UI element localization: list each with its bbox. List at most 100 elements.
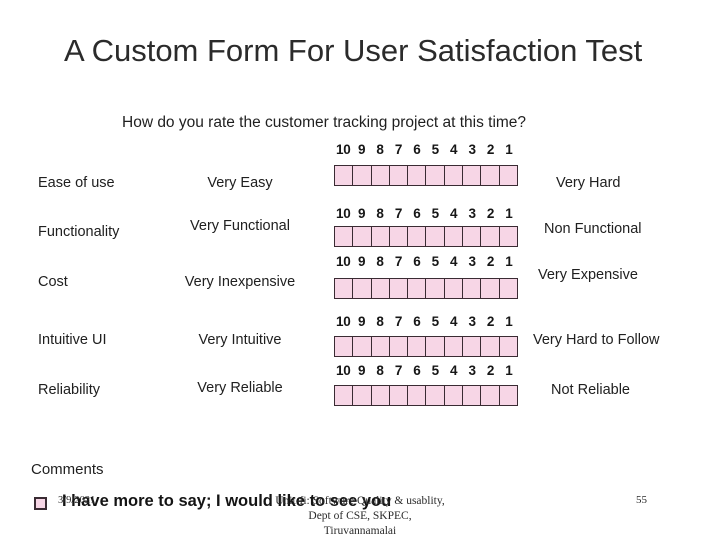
scale-cell[interactable] (463, 386, 482, 405)
scale-number: 6 (413, 254, 421, 269)
scale-number: 10 (335, 314, 351, 329)
scale-checkbox-strip[interactable] (334, 336, 518, 357)
scale-number: 1 (505, 363, 513, 378)
scale-cell[interactable] (335, 386, 354, 405)
scale-cell[interactable] (463, 227, 482, 246)
footer-line-3: Tiruvannamalai (323, 525, 397, 537)
scale-cell[interactable] (426, 386, 445, 405)
scale-number: 1 (505, 254, 513, 269)
scale-cell[interactable] (353, 337, 372, 356)
scale-cell[interactable] (408, 386, 427, 405)
footer-page-number: 55 (636, 494, 647, 506)
scale-number: 3 (468, 206, 476, 221)
scale-cell[interactable] (371, 227, 390, 246)
survey-question: How do you rate the customer tracking pr… (122, 114, 527, 131)
rating-scale[interactable]: 10 9 8 7 6 5 4 3 2 1 (334, 142, 518, 186)
scale-cell[interactable] (481, 279, 500, 298)
rating-scale[interactable]: 10 9 8 7 6 5 4 3 2 1 (334, 206, 518, 247)
scale-cell[interactable] (499, 386, 517, 405)
scale-cell[interactable] (499, 279, 517, 298)
scale-number: 9 (358, 206, 366, 221)
scale-checkbox-strip[interactable] (334, 165, 518, 186)
scale-number: 9 (358, 142, 366, 157)
row-low-label: Very Functional (190, 218, 290, 234)
scale-cell[interactable] (389, 166, 409, 185)
scale-cell[interactable] (463, 279, 482, 298)
scale-cell[interactable] (371, 386, 390, 405)
scale-number: 8 (376, 254, 384, 269)
scale-cell[interactable] (353, 386, 372, 405)
scale-cell[interactable] (444, 337, 464, 356)
scale-number: 9 (358, 314, 366, 329)
rating-scale[interactable]: 10 9 8 7 6 5 4 3 2 1 (334, 254, 518, 299)
scale-cell[interactable] (389, 279, 409, 298)
rating-scale[interactable]: 10 9 8 7 6 5 4 3 2 1 (334, 314, 518, 357)
scale-cell[interactable] (353, 227, 372, 246)
scale-cell[interactable] (444, 279, 464, 298)
scale-number: 6 (413, 314, 421, 329)
scale-number: 8 (376, 142, 384, 157)
row-criterion-label: Functionality (38, 224, 120, 240)
scale-cell[interactable] (389, 227, 409, 246)
scale-number-labels: 10 9 8 7 6 5 4 3 2 1 (334, 142, 518, 158)
scale-number-labels: 10 9 8 7 6 5 4 3 2 1 (334, 254, 518, 270)
scale-cell[interactable] (371, 279, 390, 298)
scale-cell[interactable] (463, 166, 482, 185)
scale-cell[interactable] (335, 337, 354, 356)
scale-number: 10 (335, 254, 351, 269)
scale-number: 9 (358, 254, 366, 269)
scale-cell[interactable] (463, 337, 482, 356)
row-criterion-label: Intuitive UI (38, 332, 107, 348)
scale-checkbox-strip[interactable] (334, 226, 518, 247)
scale-cell[interactable] (389, 337, 409, 356)
scale-cell[interactable] (426, 166, 445, 185)
scale-cell[interactable] (426, 227, 445, 246)
scale-number: 10 (335, 142, 351, 157)
scale-number: 3 (468, 254, 476, 269)
scale-cell[interactable] (353, 166, 372, 185)
scale-cell[interactable] (353, 279, 372, 298)
scale-number-labels: 10 9 8 7 6 5 4 3 2 1 (334, 314, 518, 330)
scale-number: 3 (468, 142, 476, 157)
scale-number: 1 (505, 142, 513, 157)
scale-number: 5 (431, 363, 440, 378)
scale-cell[interactable] (426, 337, 445, 356)
rating-scale[interactable]: 10 9 8 7 6 5 4 3 2 1 (334, 363, 518, 406)
comments-heading: Comments (31, 461, 104, 478)
footer-affiliation: Unit-fi: Software Quality & usablity, De… (0, 494, 720, 539)
scale-cell[interactable] (389, 386, 409, 405)
row-high-label: Very Hard to Follow (533, 332, 660, 348)
page-title: A Custom Form For User Satisfaction Test (64, 33, 643, 68)
scale-cell[interactable] (444, 166, 464, 185)
row-high-label: Non Functional (544, 221, 642, 237)
scale-cell[interactable] (444, 227, 464, 246)
rating-row: Reliability Very Reliable 10 9 8 7 6 5 4… (0, 363, 720, 430)
scale-cell[interactable] (426, 279, 445, 298)
rating-row: Cost Very Inexpensive 10 9 8 7 6 5 4 3 2… (0, 254, 720, 322)
scale-number: 7 (394, 206, 403, 221)
scale-cell[interactable] (481, 386, 500, 405)
scale-cell[interactable] (408, 227, 427, 246)
scale-number-labels: 10 9 8 7 6 5 4 3 2 1 (334, 206, 518, 222)
scale-cell[interactable] (371, 166, 390, 185)
scale-cell[interactable] (481, 166, 500, 185)
scale-cell[interactable] (335, 166, 354, 185)
scale-checkbox-strip[interactable] (334, 278, 518, 299)
scale-cell[interactable] (499, 227, 517, 246)
scale-number: 4 (450, 363, 458, 378)
scale-number-labels: 10 9 8 7 6 5 4 3 2 1 (334, 363, 518, 379)
scale-cell[interactable] (335, 279, 354, 298)
scale-cell[interactable] (444, 386, 464, 405)
scale-cell[interactable] (481, 337, 500, 356)
scale-cell[interactable] (408, 279, 427, 298)
scale-cell[interactable] (371, 337, 390, 356)
scale-cell[interactable] (481, 227, 500, 246)
scale-number: 8 (376, 314, 384, 329)
scale-checkbox-strip[interactable] (334, 385, 518, 406)
scale-number: 5 (431, 206, 440, 221)
scale-cell[interactable] (335, 227, 354, 246)
scale-cell[interactable] (499, 166, 517, 185)
scale-cell[interactable] (408, 337, 427, 356)
scale-cell[interactable] (499, 337, 517, 356)
scale-cell[interactable] (408, 166, 427, 185)
